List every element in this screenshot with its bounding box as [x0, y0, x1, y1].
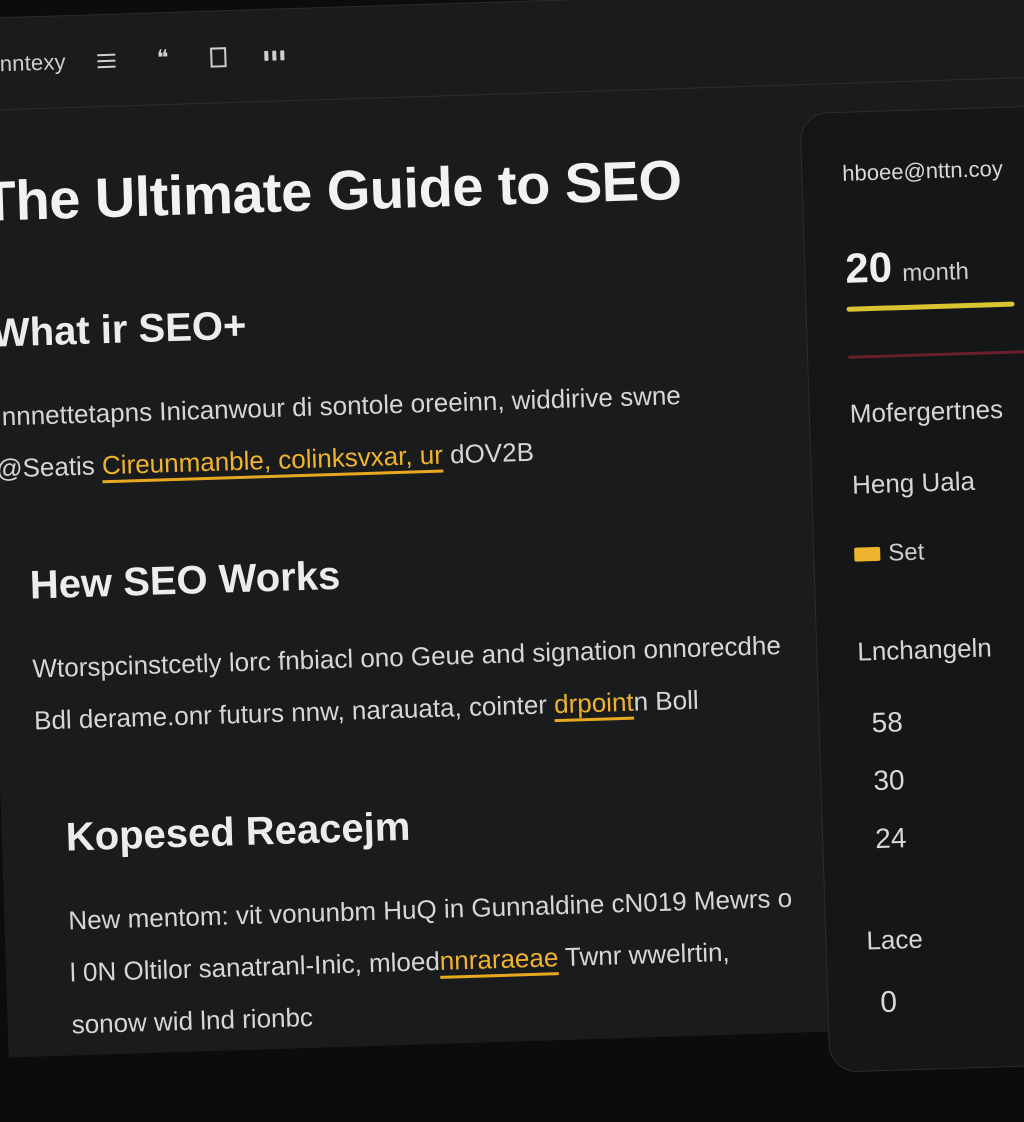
- list-icon[interactable]: [91, 45, 122, 76]
- body-text: Innnettetapns Inicanwour di sontole oree…: [0, 381, 621, 432]
- code-block-icon[interactable]: [203, 41, 234, 72]
- body-text: New mentom: vit vonunbm HuQ in Gunnaldin…: [67, 882, 793, 988]
- editor-window: Inntexy ❝ The Ultimate Guide to SEO What…: [0, 0, 1024, 1073]
- section-what-is-seo: What ir SEO+ Innnettetapns Inicanwour di…: [0, 287, 781, 495]
- inline-link[interactable]: nnraraeae: [439, 942, 558, 976]
- legend-item: Set: [854, 533, 1024, 569]
- stat-value: 58: [871, 706, 904, 739]
- metric-value: 20: [844, 243, 893, 292]
- side-panel: hboee@nttn.coy 20 month Mofergertnes Hen…: [799, 103, 1024, 1073]
- legend-label: Set: [887, 538, 925, 567]
- section-body: Innnettetapns Inicanwour di sontole oree…: [0, 366, 781, 495]
- panel-label: Lace: [865, 923, 924, 956]
- panel-label: Lnchangeln: [856, 632, 993, 667]
- toolbar-label: Inntexy: [0, 48, 67, 76]
- body-text: Wtorspcinstcetly lorc fnbiacl ono Geue a…: [31, 630, 782, 736]
- section-keyword-research: Kopesed Reacejm New mentom: vit vonunbm …: [65, 793, 798, 1051]
- document-editor[interactable]: The Ultimate Guide to SEO What ir SEO+ I…: [0, 144, 800, 1122]
- quote-icon[interactable]: ❝: [147, 43, 178, 74]
- body-text: n Boll: [633, 684, 700, 717]
- section-heading: Kopesed Reacejm: [65, 804, 411, 860]
- body-text: dOV2B: [442, 436, 535, 470]
- section-how-seo-works: Hew SEO Works Wtorspcinstcetly lorc fnbi…: [29, 540, 788, 747]
- progress-bar-secondary: [848, 350, 1024, 359]
- stat-value: 30: [872, 764, 906, 797]
- metric-readout: 20 month: [845, 237, 1024, 293]
- section-heading: Hew SEO Works: [29, 553, 341, 608]
- panel-label: Heng Uala: [851, 465, 976, 500]
- inline-link[interactable]: drpoint: [554, 687, 634, 719]
- section-heading: What ir SEO+: [0, 303, 247, 356]
- progress-bar-primary: [846, 301, 1015, 312]
- panel-label: Mofergertnes: [849, 393, 1004, 429]
- stat-value: 24: [874, 822, 907, 855]
- more-icon[interactable]: [259, 40, 290, 71]
- inline-link[interactable]: Cireunmanble, colinksvxar, ur: [102, 440, 444, 481]
- stat-value: 0: [879, 985, 898, 1020]
- metric-unit: month: [901, 257, 970, 288]
- section-body: Wtorspcinstcetly lorc fnbiacl ono Geue a…: [32, 619, 789, 747]
- toolbar: Inntexy ❝: [0, 0, 1024, 111]
- page-title: The Ultimate Guide to SEO: [0, 147, 683, 233]
- account-email: hboee@nttn.coy: [841, 155, 1004, 186]
- legend-swatch: [854, 546, 881, 562]
